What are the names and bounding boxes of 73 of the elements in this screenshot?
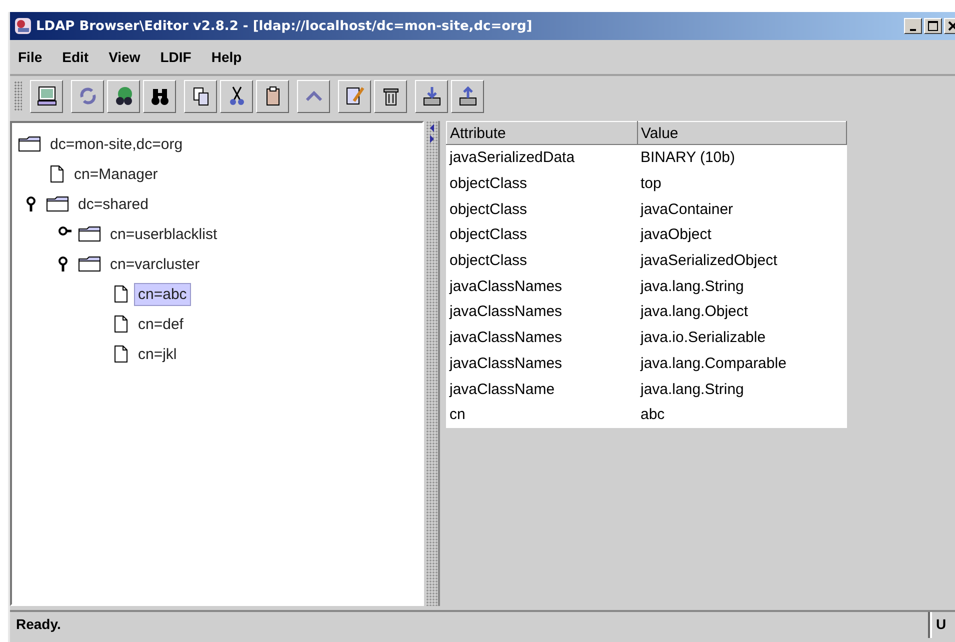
pencil-page-icon-button[interactable] [338,80,371,112]
menu-item[interactable]: File [18,49,42,65]
table-cell: cn [446,402,638,428]
tree-item[interactable]: cn=def [134,312,188,336]
table-cell: java.lang.String [638,273,846,300]
table-cell: java.lang.Object [638,299,846,325]
minimize-button[interactable] [904,18,922,34]
document-icon [50,165,64,183]
table-cell: java.lang.Comparable [638,350,846,376]
binoculars-icon-button[interactable] [143,80,176,112]
tree-item[interactable]: dc=shared [74,192,152,216]
clipboard-icon-button[interactable] [256,80,289,112]
maximize-button[interactable] [924,18,942,34]
column-header[interactable]: Value [638,122,846,144]
tree-item[interactable]: cn=userblacklist [106,222,222,246]
table-cell: java.io.Serializable [638,324,846,350]
table-cell: javaContainer [638,196,846,222]
tree-item[interactable]: cn=abc [134,282,191,306]
table-cell: javaClassNames [446,350,638,376]
menu-item[interactable]: Help [211,49,242,65]
table-cell: BINARY (10b) [638,144,846,171]
arrow-icon[interactable] [429,123,435,145]
document-icon [114,315,128,333]
tree-item[interactable]: cn=varcluster [106,252,204,276]
monitor-icon-button[interactable] [30,80,63,112]
menu-item[interactable]: View [108,49,140,65]
table-cell: top [638,170,846,196]
table-cell: objectClass [446,170,638,196]
table-cell: javaSerializedData [446,144,638,171]
table-cell: javaClassName [446,376,638,402]
tray-up-icon-button[interactable] [451,80,484,112]
minimize-icon [910,29,916,31]
table-cell: objectClass [446,248,638,274]
tray-down-icon [420,85,442,107]
trash-icon-button[interactable] [374,80,407,112]
table-cell: javaObject [638,222,846,248]
folder-icon [18,136,42,152]
table-cell: javaClassNames [446,324,638,350]
table-cell: java.lang.String [638,376,846,402]
toolbar-grip[interactable] [14,81,22,111]
table-cell: objectClass [446,222,638,248]
table-cell: objectClass [446,196,638,222]
table-cell: javaClassNames [446,273,638,300]
app-logo-icon [14,17,32,35]
tree-item[interactable]: dc=mon-site,dc=org [46,132,187,156]
refresh-icon-button[interactable] [71,80,104,112]
window-title: LDAP Browser\Editor v2.8.2 - [ldap://localhost/dc=mon-site,dc=org] [36,18,532,34]
chevron-up-icon-button[interactable] [297,80,330,112]
scissors-icon-button[interactable] [220,80,253,112]
document-icon [114,345,128,363]
splitter-handle[interactable] [426,121,438,606]
table-cell: javaSerializedObject [638,248,846,274]
menu-item[interactable]: LDIF [160,49,192,65]
maximize-icon [928,21,938,31]
folder-icon [78,226,102,242]
document-icon [114,285,128,303]
table-cell: abc [638,402,846,428]
folder-icon [46,196,70,212]
folder-icon [78,256,102,272]
tree-item[interactable]: cn=jkl [134,342,181,366]
column-header[interactable]: Attribute [446,122,638,144]
tray-down-icon-button[interactable] [415,80,448,112]
globe-icon-button[interactable] [107,80,140,112]
tray-up-icon [456,85,478,107]
status-cell: U [930,612,955,638]
status-message: Ready. [10,612,930,638]
copy-icon-button[interactable] [184,80,217,112]
close-icon [948,21,955,31]
menu-item[interactable]: Edit [62,49,89,65]
tree-item[interactable]: cn=Manager [70,162,162,186]
monitor-icon [36,85,58,107]
table-cell: javaClassNames [446,299,638,325]
pencil-page-icon [344,85,366,107]
